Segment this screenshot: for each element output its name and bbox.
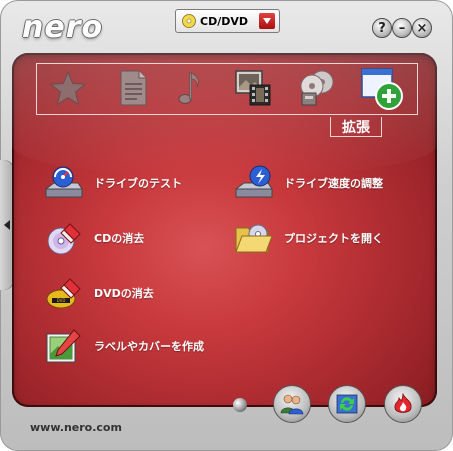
mode-selector[interactable]: CD/DVD bbox=[175, 9, 280, 33]
arrow-left-icon bbox=[4, 220, 10, 230]
refresh-button[interactable] bbox=[328, 385, 366, 423]
task-label: CDの消去 bbox=[94, 232, 145, 245]
open-folder-icon bbox=[235, 224, 273, 253]
task-label: DVDの消去 bbox=[94, 287, 154, 300]
website-link[interactable]: www.nero.com bbox=[30, 421, 122, 434]
document-icon[interactable] bbox=[113, 68, 153, 108]
music-note-icon[interactable] bbox=[170, 68, 210, 108]
task-label: ラベルやカバーを作成 bbox=[94, 340, 204, 353]
film-icon[interactable] bbox=[233, 68, 273, 108]
users-icon bbox=[280, 394, 304, 415]
status-indicator-icon[interactable] bbox=[233, 398, 247, 412]
mode-selector-value: CD/DVD bbox=[200, 14, 248, 28]
nero-flame-button[interactable] bbox=[384, 385, 422, 423]
task-drive-test[interactable]: ドライブのテスト bbox=[44, 165, 182, 201]
task-open-project[interactable]: プロジェクトを開く bbox=[234, 220, 383, 256]
drive-test-icon bbox=[45, 166, 83, 198]
task-label: ドライブ速度の調整 bbox=[284, 177, 383, 190]
label-cover-icon bbox=[46, 329, 81, 363]
nero-flame-icon bbox=[394, 392, 412, 413]
cd-erase-icon bbox=[47, 223, 81, 255]
minimize-button[interactable]: – bbox=[392, 18, 412, 38]
cd-disc-icon bbox=[182, 14, 196, 28]
drive-speed-icon bbox=[235, 165, 273, 198]
nero-logo: nero bbox=[22, 10, 104, 45]
users-button[interactable] bbox=[273, 385, 311, 423]
task-cd-erase[interactable]: CDの消去 bbox=[44, 220, 144, 256]
task-drive-speed[interactable]: ドライブ速度の調整 bbox=[234, 165, 383, 201]
nero-startsmart-window: nero CD/DVD ? – × 拡張 ドライブのテスト ドライブ速度の調整 … bbox=[0, 0, 453, 451]
svg-text:DVD: DVD bbox=[57, 298, 66, 303]
task-label: プロジェクトを開く bbox=[284, 232, 383, 245]
task-label-cover[interactable]: ラベルやカバーを作成 bbox=[44, 328, 204, 364]
chevron-down-icon[interactable] bbox=[259, 13, 275, 29]
close-button[interactable]: × bbox=[412, 18, 432, 38]
star-icon[interactable] bbox=[48, 68, 88, 108]
disc-copy-icon[interactable] bbox=[296, 68, 336, 108]
refresh-icon bbox=[336, 394, 358, 414]
task-label: ドライブのテスト bbox=[94, 177, 182, 190]
dvd-erase-icon: DVD bbox=[46, 278, 81, 309]
task-dvd-erase[interactable]: DVD DVDの消去 bbox=[44, 275, 154, 311]
selected-category-label: 拡張 bbox=[330, 117, 382, 137]
window-add-icon[interactable] bbox=[360, 66, 406, 112]
help-button[interactable]: ? bbox=[372, 18, 392, 38]
